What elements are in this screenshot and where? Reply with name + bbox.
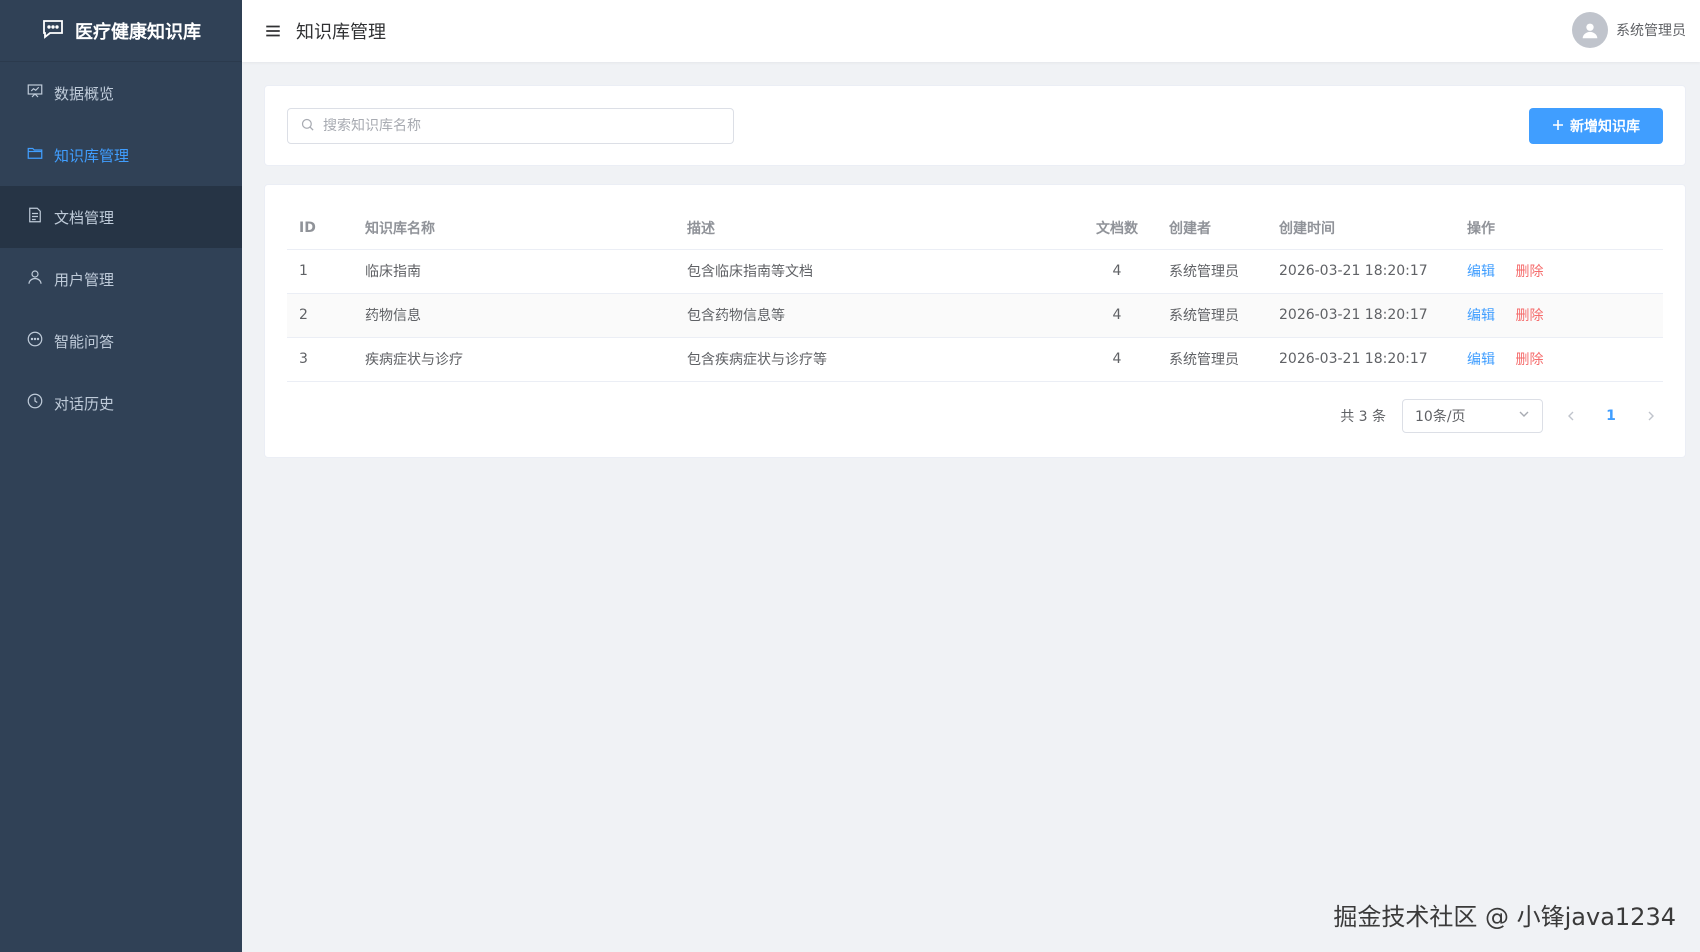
chevron-right-icon bbox=[1648, 411, 1654, 421]
column-header-docs[interactable]: 文档数 bbox=[1077, 207, 1157, 250]
sidebar-item-qa[interactable]: 智能问答 bbox=[0, 310, 242, 372]
cell-actions: 编辑 删除 bbox=[1455, 249, 1663, 294]
table-row[interactable]: 3 疾病症状与诊疗 包含疾病症状与诊疗等 4 系统管理员 2026-03-21 … bbox=[287, 337, 1663, 382]
column-header-created[interactable]: 创建时间 bbox=[1267, 207, 1455, 250]
delete-button[interactable]: 删除 bbox=[1515, 264, 1543, 280]
page-number[interactable]: 1 bbox=[1599, 408, 1623, 424]
sidebar-item-label: 智能问答 bbox=[54, 332, 115, 351]
chat-icon bbox=[26, 330, 44, 352]
presentation-icon bbox=[26, 82, 44, 104]
sidebar: 医疗健康知识库 数据概览 知识库管理 文档管理 用户管理 智能问答 对话历史 bbox=[0, 0, 242, 952]
sidebar-item-label: 数据概览 bbox=[54, 84, 115, 103]
cell-id: 3 bbox=[287, 337, 353, 382]
cell-docs: 4 bbox=[1077, 293, 1157, 338]
edit-button[interactable]: 编辑 bbox=[1467, 352, 1495, 368]
column-header-actions: 操作 bbox=[1455, 207, 1663, 250]
sidebar-menu: 数据概览 知识库管理 文档管理 用户管理 智能问答 对话历史 bbox=[0, 62, 242, 434]
cell-docs: 4 bbox=[1077, 337, 1157, 382]
sidebar-item-users[interactable]: 用户管理 bbox=[0, 248, 242, 310]
cell-created: 2026-03-21 18:20:17 bbox=[1267, 293, 1455, 338]
user-menu[interactable]: 系统管理员 bbox=[1572, 12, 1686, 48]
cell-created: 2026-03-21 18:20:17 bbox=[1267, 337, 1455, 382]
brand-title: 医疗健康知识库 bbox=[75, 21, 201, 43]
delete-button[interactable]: 删除 bbox=[1515, 352, 1543, 368]
column-header-id[interactable]: ID bbox=[287, 207, 353, 250]
brand[interactable]: 医疗健康知识库 bbox=[0, 0, 242, 62]
watermark: 掘金技术社区 @ 小锋java1234 bbox=[1333, 903, 1676, 931]
cell-actions: 编辑 删除 bbox=[1455, 293, 1663, 338]
next-page-button[interactable] bbox=[1639, 404, 1663, 428]
sidebar-item-label: 对话历史 bbox=[54, 394, 115, 413]
top-header: 知识库管理 系统管理员 bbox=[242, 0, 1700, 62]
chat-bubble-icon bbox=[41, 16, 65, 45]
page-size-select[interactable]: 10条/页 bbox=[1402, 399, 1543, 433]
cell-id: 1 bbox=[287, 249, 353, 294]
cell-desc: 包含临床指南等文档 bbox=[675, 249, 1077, 294]
knowledge-base-table: ID 知识库名称 描述 文档数 创建者 创建时间 操作 1 临床指南 包含临床指… bbox=[287, 207, 1663, 382]
sidebar-item-overview[interactable]: 数据概览 bbox=[0, 62, 242, 124]
cell-name: 药物信息 bbox=[353, 293, 675, 338]
chevron-down-icon bbox=[1518, 408, 1530, 424]
cell-docs: 4 bbox=[1077, 249, 1157, 294]
search-box[interactable] bbox=[287, 108, 734, 144]
edit-button[interactable]: 编辑 bbox=[1467, 308, 1495, 324]
page-title: 知识库管理 bbox=[296, 22, 386, 43]
search-input[interactable] bbox=[323, 118, 723, 134]
pagination-total: 共 3 条 bbox=[1340, 409, 1386, 425]
cell-name: 临床指南 bbox=[353, 249, 675, 294]
column-header-name[interactable]: 知识库名称 bbox=[353, 207, 675, 250]
page-size-value: 10条/页 bbox=[1415, 409, 1466, 425]
table-card: ID 知识库名称 描述 文档数 创建者 创建时间 操作 1 临床指南 包含临床指… bbox=[264, 184, 1686, 458]
sidebar-item-label: 用户管理 bbox=[54, 270, 115, 289]
add-button-label: 新增知识库 bbox=[1570, 118, 1640, 134]
user-name: 系统管理员 bbox=[1616, 23, 1686, 39]
cell-desc: 包含药物信息等 bbox=[675, 293, 1077, 338]
cell-id: 2 bbox=[287, 293, 353, 338]
sidebar-item-label: 知识库管理 bbox=[54, 146, 130, 165]
hamburger-icon[interactable] bbox=[264, 22, 282, 40]
avatar bbox=[1572, 12, 1608, 48]
cell-creator: 系统管理员 bbox=[1157, 249, 1267, 294]
column-header-desc[interactable]: 描述 bbox=[675, 207, 1077, 250]
chevron-left-icon bbox=[1568, 411, 1574, 421]
cell-name: 疾病症状与诊疗 bbox=[353, 337, 675, 382]
cell-created: 2026-03-21 18:20:17 bbox=[1267, 249, 1455, 294]
clock-icon bbox=[26, 392, 44, 414]
sidebar-item-documents[interactable]: 文档管理 bbox=[0, 186, 242, 248]
cell-desc: 包含疾病症状与诊疗等 bbox=[675, 337, 1077, 382]
pagination: 共 3 条 10条/页 1 bbox=[1340, 399, 1663, 433]
cell-actions: 编辑 删除 bbox=[1455, 337, 1663, 382]
table-row[interactable]: 2 药物信息 包含药物信息等 4 系统管理员 2026-03-21 18:20:… bbox=[287, 293, 1663, 338]
sidebar-item-label: 文档管理 bbox=[54, 208, 115, 227]
plus-icon bbox=[1552, 118, 1564, 134]
table-row[interactable]: 1 临床指南 包含临床指南等文档 4 系统管理员 2026-03-21 18:2… bbox=[287, 249, 1663, 294]
search-card: 新增知识库 bbox=[264, 85, 1686, 166]
sidebar-item-history[interactable]: 对话历史 bbox=[0, 372, 242, 434]
add-knowledge-base-button[interactable]: 新增知识库 bbox=[1529, 108, 1663, 144]
cell-creator: 系统管理员 bbox=[1157, 293, 1267, 338]
user-icon bbox=[26, 268, 44, 290]
sidebar-item-knowledge-base[interactable]: 知识库管理 bbox=[0, 124, 242, 186]
delete-button[interactable]: 删除 bbox=[1515, 308, 1543, 324]
document-icon bbox=[26, 206, 44, 228]
column-header-creator[interactable]: 创建者 bbox=[1157, 207, 1267, 250]
folder-icon bbox=[26, 144, 44, 166]
cell-creator: 系统管理员 bbox=[1157, 337, 1267, 382]
search-icon bbox=[300, 117, 315, 136]
edit-button[interactable]: 编辑 bbox=[1467, 264, 1495, 280]
prev-page-button[interactable] bbox=[1559, 404, 1583, 428]
table-header-row: ID 知识库名称 描述 文档数 创建者 创建时间 操作 bbox=[287, 207, 1663, 250]
